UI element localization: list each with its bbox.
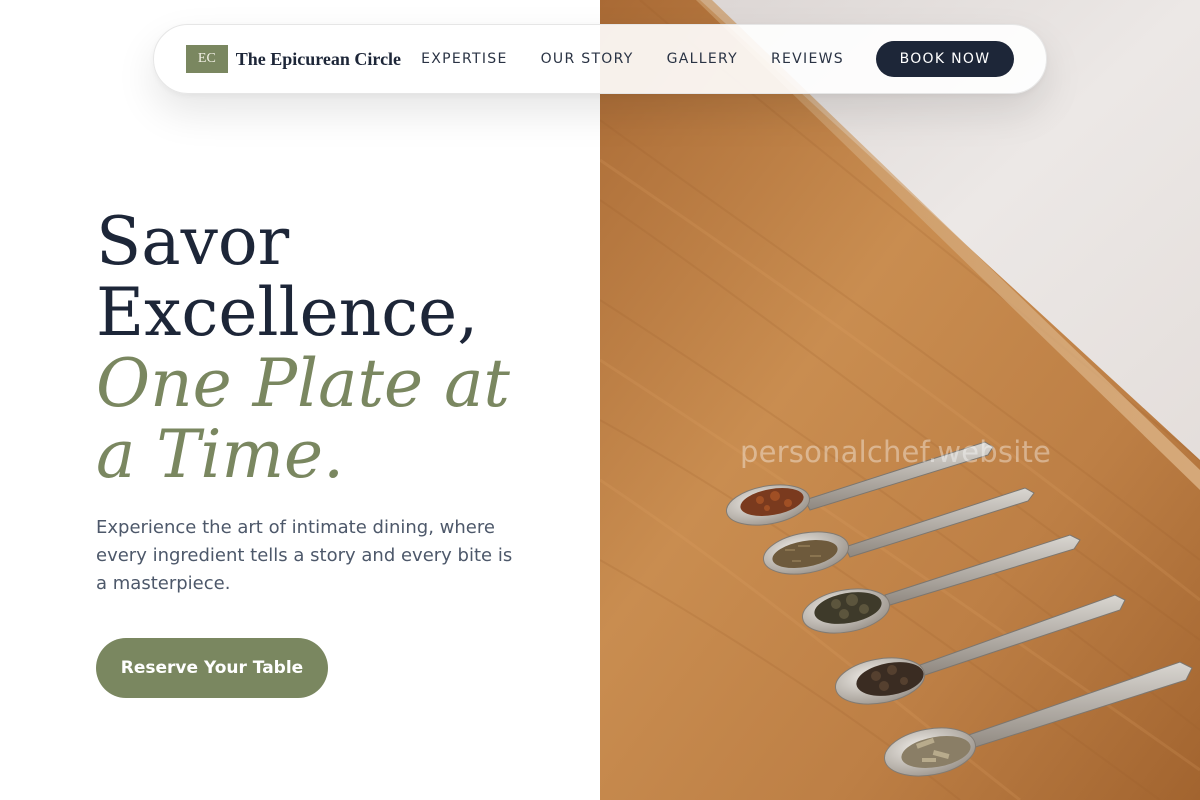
nav-links: EXPERTISE OUR STORY GALLERY REVIEWS (421, 51, 844, 67)
logo-icon[interactable]: EC (186, 45, 228, 73)
hero-title-accent-2: a Time. (96, 416, 345, 493)
hero-subtitle: Experience the art of intimate dining, w… (96, 517, 513, 594)
reserve-table-button[interactable]: Reserve Your Table (96, 638, 328, 698)
brand-name[interactable]: The Epicurean Circle (236, 49, 401, 70)
main-navigation: EC The Epicurean Circle EXPERTISE OUR ST… (153, 24, 1047, 94)
nav-link-reviews[interactable]: REVIEWS (771, 51, 844, 67)
hero-title-accent-1: One Plate at (96, 345, 510, 422)
hero-title-line-1: Savor (96, 203, 290, 280)
hero-title: Savor Excellence, One Plate at a Time. (96, 206, 576, 490)
spice-spoons-illustration (600, 0, 1200, 800)
book-now-button[interactable]: BOOK NOW (875, 41, 1014, 77)
nav-link-expertise[interactable]: EXPERTISE (421, 51, 508, 67)
image-watermark: personalchef.website (740, 435, 1052, 469)
hero-title-line-2: Excellence, (96, 274, 479, 351)
nav-link-gallery[interactable]: GALLERY (667, 51, 738, 67)
logo-initials: EC (197, 51, 216, 66)
hero-image: personalchef.website (600, 0, 1200, 800)
nav-link-our-story[interactable]: OUR STORY (541, 51, 634, 67)
